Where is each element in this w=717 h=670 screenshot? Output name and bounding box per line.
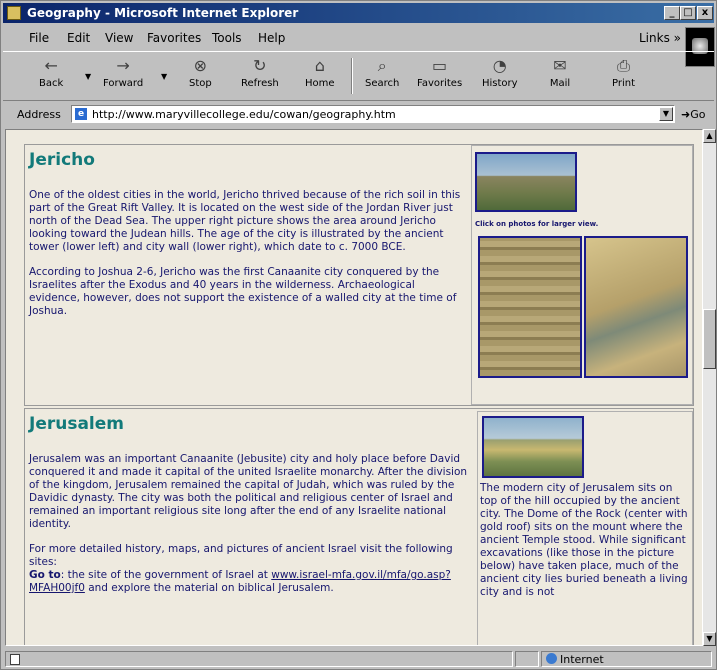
toolbar-separator	[351, 58, 353, 94]
menu-tools[interactable]: Tools	[212, 31, 242, 45]
vertical-scrollbar[interactable]: ▲ ▼	[703, 129, 716, 646]
jericho-hills-photo[interactable]	[475, 152, 577, 212]
jericho-paragraph: According to Joshua 2-6, Jericho was the…	[29, 266, 457, 317]
mail-button[interactable]: ✉ Mail	[549, 56, 571, 89]
jericho-heading: Jericho	[29, 150, 95, 170]
zone-label: Internet	[560, 653, 604, 666]
history-button[interactable]: ◔ History	[482, 56, 518, 89]
history-icon: ◔	[492, 56, 507, 75]
jerusalem-text: Jerusalem was an important Canaanite (Je…	[29, 453, 469, 595]
page-done-icon	[10, 654, 20, 665]
scroll-up-button[interactable]: ▲	[703, 129, 716, 143]
window-title: Geography - Microsoft Internet Explorer	[27, 6, 299, 20]
jericho-photo-panel: Click on photos for larger view.	[471, 145, 693, 405]
refresh-icon: ↻	[253, 56, 267, 75]
jerusalem-side-panel: The modern city of Jerusalem sits on top…	[477, 411, 693, 645]
address-input[interactable]: e http://www.maryvillecollege.edu/cowan/…	[71, 105, 675, 123]
page-icon: e	[75, 108, 87, 120]
maximize-button[interactable]: □	[680, 6, 696, 20]
close-button[interactable]: x	[697, 6, 713, 20]
forward-button[interactable]: → Forward	[103, 56, 143, 89]
back-button[interactable]: ← Back	[39, 56, 63, 89]
print-button[interactable]: ⎙ Print	[612, 56, 635, 89]
ancient-tower-photo[interactable]	[478, 236, 582, 378]
browser-window: Geography - Microsoft Internet Explorer …	[0, 0, 717, 670]
print-icon: ⎙	[617, 56, 630, 75]
minimize-button[interactable]: _	[664, 6, 680, 20]
refresh-button[interactable]: ↻ Refresh	[241, 56, 279, 89]
jericho-paragraph: One of the oldest cities in the world, J…	[29, 189, 461, 253]
back-arrow-icon: ←	[44, 56, 58, 75]
go-button[interactable]: ➜Go	[681, 108, 705, 121]
status-message-pane	[5, 651, 513, 667]
jerusalem-city-photo[interactable]	[482, 416, 584, 478]
title-bar: Geography - Microsoft Internet Explorer …	[3, 3, 714, 23]
address-bar: Address e http://www.maryvillecollege.ed…	[3, 102, 714, 126]
goto-label: Go to	[29, 569, 61, 581]
status-bar: Internet	[3, 649, 714, 669]
stop-icon: ⊗	[193, 56, 208, 75]
page-viewport[interactable]: Jericho One of the oldest cities in the …	[5, 129, 703, 646]
city-wall-photo[interactable]	[584, 236, 688, 378]
internet-globe-icon	[546, 653, 557, 664]
favorites-button[interactable]: ▭ Favorites	[417, 56, 462, 89]
address-url[interactable]: http://www.maryvillecollege.edu/cowan/ge…	[92, 108, 396, 121]
status-pane-blank	[515, 651, 539, 667]
menu-favorites[interactable]: Favorites	[147, 31, 201, 45]
home-icon: ⌂	[314, 56, 325, 75]
jericho-text: One of the oldest cities in the world, J…	[29, 189, 469, 330]
scroll-down-button[interactable]: ▼	[703, 632, 716, 646]
forward-dropdown[interactable]: ▼	[161, 72, 167, 81]
links-toolbar[interactable]: Links »	[639, 31, 681, 45]
photo-caption: Click on photos for larger view.	[475, 220, 599, 228]
standard-toolbar: ← Back ▼ → Forward ▼ ⊗ Stop ↻ Refresh ⌂ …	[3, 51, 714, 101]
stop-button[interactable]: ⊗ Stop	[189, 56, 212, 89]
back-dropdown[interactable]: ▼	[85, 72, 91, 81]
menu-file[interactable]: File	[29, 31, 49, 45]
search-icon: ⌕	[377, 56, 387, 75]
jericho-section: Jericho One of the oldest cities in the …	[24, 144, 694, 406]
jerusalem-section: Jerusalem Jerusalem was an important Can…	[24, 408, 694, 645]
search-button[interactable]: ⌕ Search	[365, 56, 399, 89]
menu-view[interactable]: View	[105, 31, 133, 45]
menu-edit[interactable]: Edit	[67, 31, 90, 45]
menu-bar: File Edit View Favorites Tools Help Link…	[3, 27, 715, 67]
app-icon	[7, 6, 21, 20]
jerusalem-paragraph: For more detailed history, maps, and pic…	[29, 543, 453, 568]
favorites-icon: ▭	[432, 56, 448, 75]
goto-line: Go to: the site of the government of Isr…	[29, 569, 451, 594]
forward-arrow-icon: →	[116, 56, 130, 75]
jerusalem-side-text: The modern city of Jerusalem sits on top…	[480, 482, 688, 598]
security-zone-pane: Internet	[541, 651, 712, 667]
scroll-thumb[interactable]	[703, 309, 716, 369]
address-dropdown[interactable]: ▼	[659, 107, 673, 121]
mail-icon: ✉	[553, 56, 567, 75]
menu-help[interactable]: Help	[258, 31, 285, 45]
address-label: Address	[17, 108, 61, 121]
jerusalem-paragraph: Jerusalem was an important Canaanite (Je…	[29, 453, 468, 530]
jerusalem-heading: Jerusalem	[29, 414, 125, 434]
home-button[interactable]: ⌂ Home	[305, 56, 335, 89]
